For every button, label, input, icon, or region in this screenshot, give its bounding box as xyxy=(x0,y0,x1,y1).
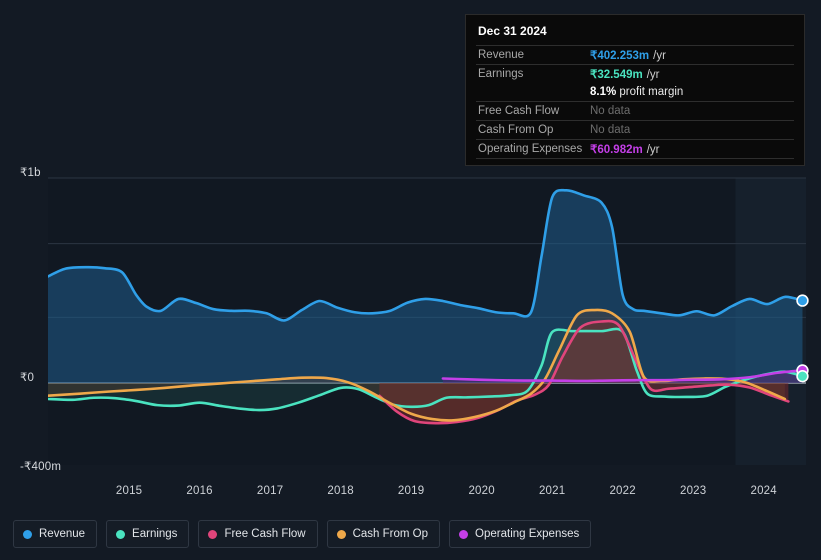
x-axis-tick: 2024 xyxy=(750,485,777,497)
tooltip-amount-unit: /yr xyxy=(646,144,660,156)
x-axis-tick: 2023 xyxy=(679,485,707,497)
legend-label: Cash From Op xyxy=(352,528,429,540)
tooltip-row-value: No data xyxy=(590,105,630,117)
tooltip-amount: ₹402.253m xyxy=(590,50,650,62)
tooltip-rows: Revenue ₹402.253m/yr Earnings ₹32.549m/yr 8.… xyxy=(476,45,794,158)
legend-item-operating-expenses[interactable]: Operating Expenses xyxy=(449,520,592,548)
tooltip-row-value: 8.1% profit margin xyxy=(590,86,683,98)
legend-label: Earnings xyxy=(132,528,178,540)
tooltip-margin-unit: profit margin xyxy=(616,86,684,98)
tooltip-row-label: Revenue xyxy=(478,49,525,61)
y-axis-tick: ₹1b xyxy=(20,167,41,179)
tooltip-amount: ₹32.549m xyxy=(590,69,643,81)
legend-color-dot xyxy=(116,529,126,539)
data-tooltip: Dec 31 2024 Revenue ₹402.253m/yr Earnings ₹… xyxy=(465,14,805,166)
tooltip-row-label: Free Cash Flow xyxy=(478,105,560,117)
legend-color-dot xyxy=(336,529,346,539)
tooltip-amount-unit: /yr xyxy=(653,50,666,62)
x-axis-tick: 2017 xyxy=(256,485,284,497)
tooltip-row: Free Cash Flow No data xyxy=(476,101,794,120)
tooltip-row-label: Earnings xyxy=(478,68,524,80)
tooltip-amount: ₹60.982m xyxy=(590,144,643,156)
tooltip-amount-unit: /yr xyxy=(646,69,660,81)
tooltip-bottom-divider xyxy=(476,158,794,161)
endpoint-marker-revenue xyxy=(796,294,809,307)
legend-item-cash-from-op[interactable]: Cash From Op xyxy=(326,520,441,548)
tooltip-row-value: ₹402.253m/yr xyxy=(590,48,666,62)
chart-legend: Revenue Earnings Free Cash Flow Cash From O… xyxy=(0,513,821,555)
tooltip-no-data: No data xyxy=(590,124,631,136)
tooltip-row: Earnings ₹32.549m/yr xyxy=(476,64,794,83)
legend-item-revenue[interactable]: Revenue xyxy=(13,520,98,548)
tooltip-row-value: ₹60.982m/yr xyxy=(590,142,660,156)
legend-label: Operating Expenses xyxy=(475,528,580,540)
tooltip-date: Dec 31 2024 xyxy=(478,24,547,38)
tooltip-row-label: Cash From Op xyxy=(478,124,554,136)
tooltip-row-value: ₹32.549m/yr xyxy=(590,67,660,81)
endpoint-marker-earnings xyxy=(796,370,809,383)
x-axis-tick: 2019 xyxy=(397,485,425,497)
tooltip-row: Cash From Op No data xyxy=(476,120,794,139)
y-axis-tick: ₹0 xyxy=(20,372,35,384)
x-axis-tick: 2020 xyxy=(468,485,495,497)
x-axis-tick: 2016 xyxy=(186,485,213,497)
x-axis-tick: 2015 xyxy=(115,485,143,497)
legend-item-free-cash-flow[interactable]: Free Cash Flow xyxy=(198,520,318,548)
tooltip-profit-margin-row: 8.1% profit margin xyxy=(476,83,794,101)
legend-color-dot xyxy=(23,529,32,539)
tooltip-margin-value: 8.1% xyxy=(590,86,617,98)
chart-page: ₹1b ₹0 -₹400m 2015 2016 2017 2018 2019 2020 2021… xyxy=(0,0,821,560)
tooltip-row: Revenue ₹402.253m/yr xyxy=(476,45,794,64)
y-axis-tick: -₹400m xyxy=(20,461,62,473)
tooltip-row-value: No data xyxy=(590,124,630,136)
legend-label: Free Cash Flow xyxy=(224,528,306,540)
tooltip-no-data: No data xyxy=(590,105,631,117)
x-axis-tick: 2021 xyxy=(538,485,566,497)
legend-item-earnings[interactable]: Earnings xyxy=(106,520,190,548)
x-axis-tick: 2022 xyxy=(609,485,636,497)
tooltip-row: Operating Expenses ₹60.982m/yr xyxy=(476,139,794,158)
legend-color-dot xyxy=(459,529,469,539)
legend-label: Revenue xyxy=(39,528,86,540)
x-axis-tick: 2018 xyxy=(327,485,354,497)
legend-color-dot xyxy=(208,529,218,539)
tooltip-row-label: Operating Expenses xyxy=(478,143,583,155)
